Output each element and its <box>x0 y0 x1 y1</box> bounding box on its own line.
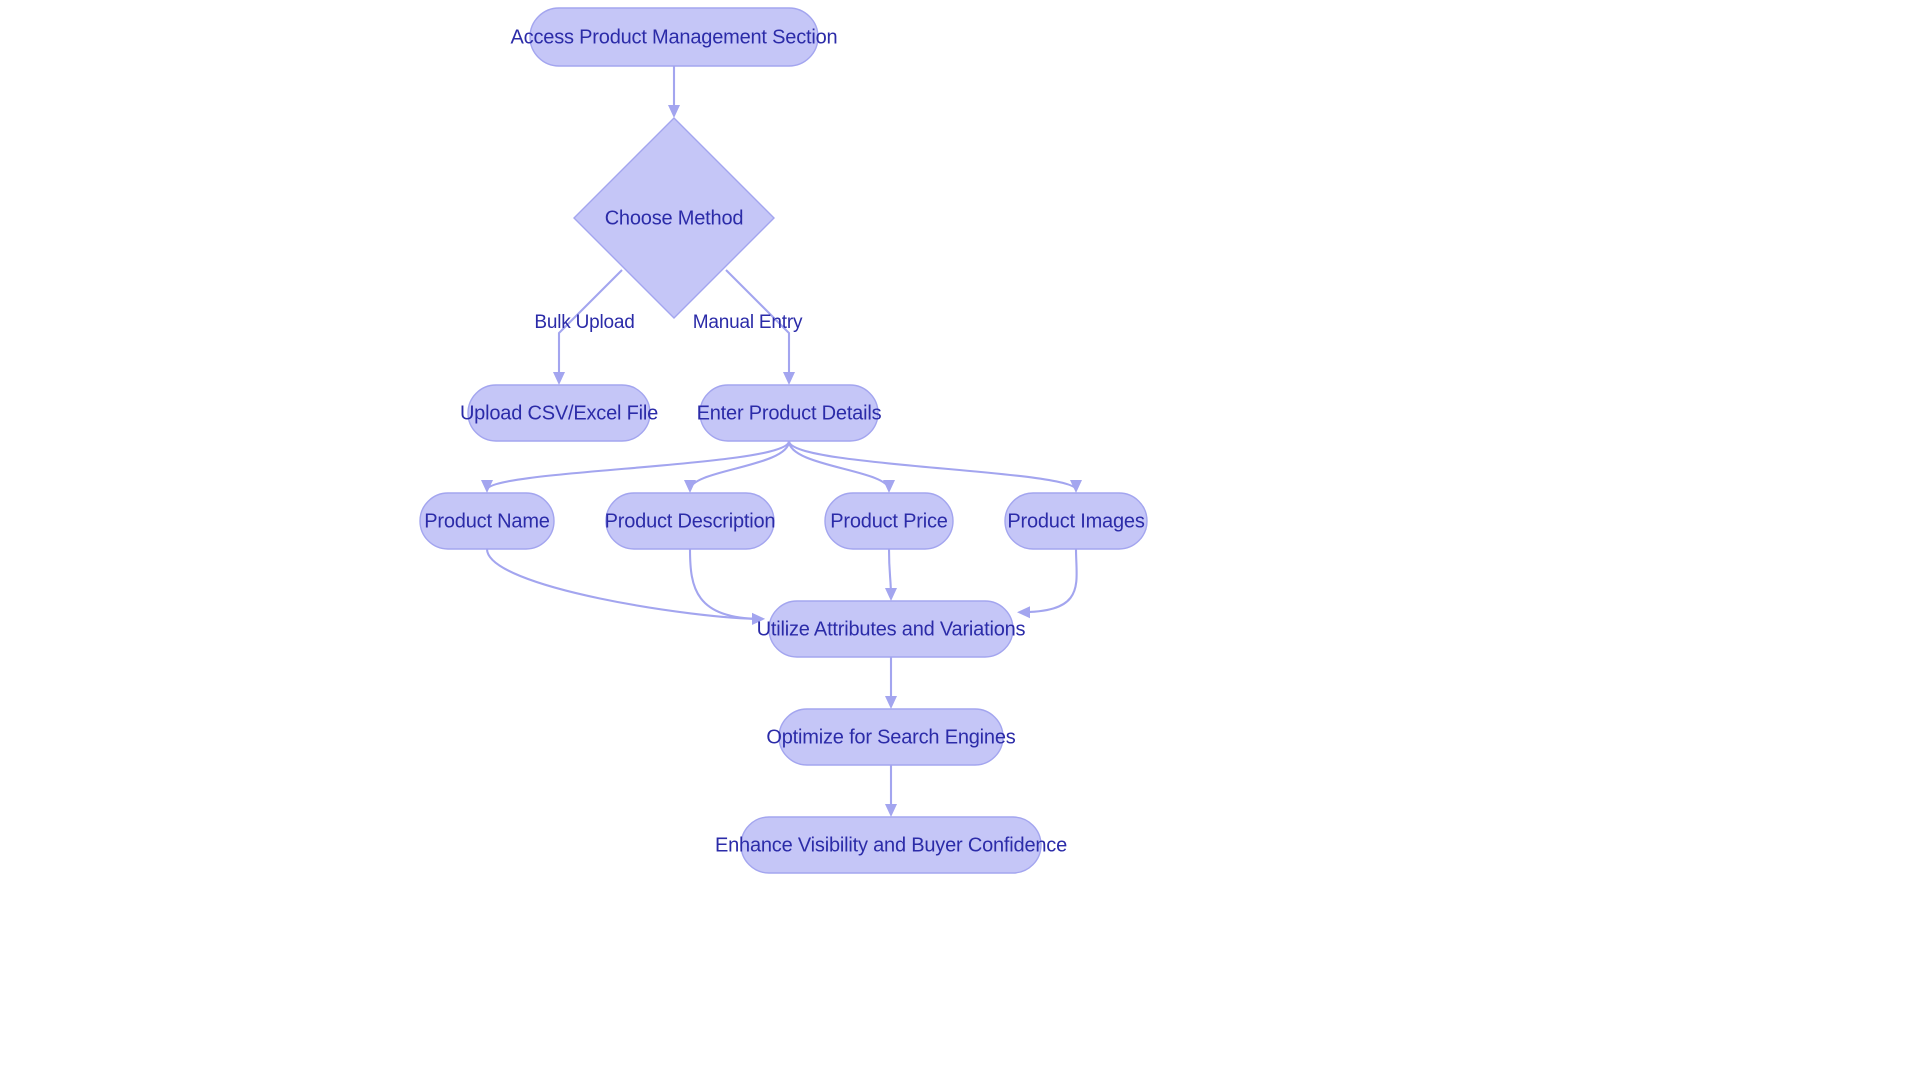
node-label-name: Product Name <box>424 510 550 532</box>
node-visibility[interactable]: Enhance Visibility and Buyer Confidence <box>715 816 1067 874</box>
node-description[interactable]: Product Description <box>605 492 776 550</box>
edge-label-bulk-upload: Bulk Upload <box>534 312 634 333</box>
edge-labels-layer: Bulk Upload Manual Entry <box>534 312 803 333</box>
node-name[interactable]: Product Name <box>419 492 555 550</box>
edge-name-to-attributes <box>485 548 763 620</box>
arrowhead-choose-to-upload <box>553 372 565 385</box>
flowchart-svg: Access Product Management Section Choose … <box>419 7 1148 874</box>
node-access[interactable]: Access Product Management Section <box>511 7 838 67</box>
flowchart-canvas: Access Product Management Section Choose … <box>0 0 1920 1080</box>
edge-enter-to-description <box>688 440 791 491</box>
node-label-visibility: Enhance Visibility and Buyer Confidence <box>715 834 1067 856</box>
node-seo[interactable]: Optimize for Search Engines <box>766 708 1016 766</box>
arrowhead-price-to-attributes <box>885 588 897 601</box>
node-label-seo: Optimize for Search Engines <box>766 726 1015 748</box>
node-label-access: Access Product Management Section <box>511 26 838 48</box>
node-attributes[interactable]: Utilize Attributes and Variations <box>757 600 1026 658</box>
arrowhead-choose-to-enter <box>783 372 795 385</box>
node-label-choose: Choose Method <box>605 207 744 229</box>
arrowhead-enter-to-price <box>883 480 895 493</box>
edge-label-manual-entry: Manual Entry <box>693 312 803 333</box>
edge-enter-to-price <box>787 440 891 491</box>
node-label-images: Product Images <box>1007 510 1144 532</box>
node-upload[interactable]: Upload CSV/Excel File <box>460 384 658 442</box>
node-price[interactable]: Product Price <box>824 492 954 550</box>
node-label-price: Product Price <box>830 510 948 532</box>
arrowhead-access-to-choose <box>668 105 680 118</box>
edge-images-to-attributes <box>1019 548 1078 614</box>
node-label-upload: Upload CSV/Excel File <box>460 402 658 424</box>
edge-description-to-attributes <box>688 548 763 620</box>
nodes-layer: Access Product Management Section Choose … <box>419 7 1148 874</box>
arrowhead-seo-to-visibility <box>885 804 897 817</box>
arrowhead-attributes-to-seo <box>885 696 897 709</box>
node-enter[interactable]: Enter Product Details <box>697 384 882 442</box>
arrowhead-enter-to-description <box>684 480 696 493</box>
node-label-description: Product Description <box>605 510 776 532</box>
arrowhead-images-to-attributes <box>1017 606 1030 619</box>
node-label-enter: Enter Product Details <box>697 402 882 424</box>
node-label-attributes: Utilize Attributes and Variations <box>757 618 1026 640</box>
node-images[interactable]: Product Images <box>1004 492 1148 550</box>
